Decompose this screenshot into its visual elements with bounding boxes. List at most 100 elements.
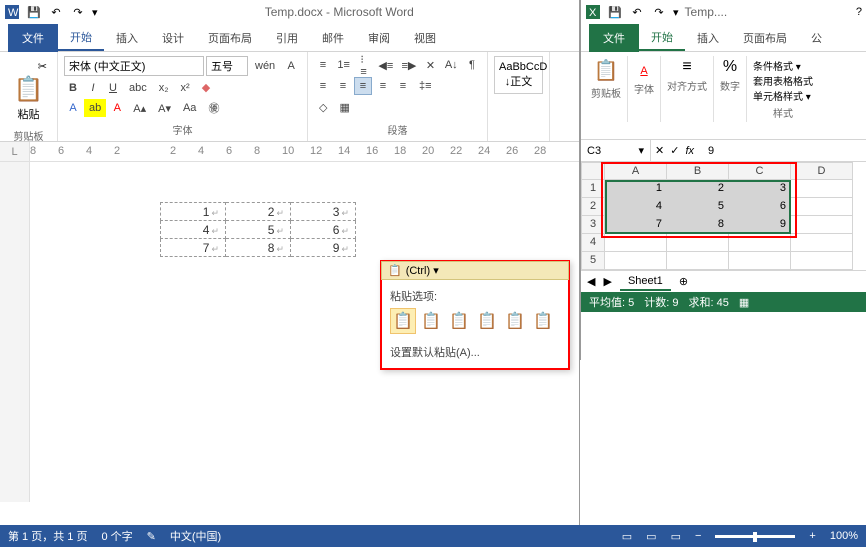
table-cell[interactable]: 4 bbox=[161, 221, 226, 239]
view-normal-icon[interactable]: ▦ bbox=[739, 296, 749, 309]
align-left-button[interactable]: ≡ bbox=[314, 77, 332, 95]
tab-references[interactable]: 引用 bbox=[264, 26, 310, 50]
paste-keep-source-icon[interactable]: 📋 bbox=[390, 308, 416, 334]
italic-button[interactable]: I bbox=[84, 79, 102, 97]
enter-icon[interactable]: ✓ bbox=[670, 144, 679, 157]
col-header[interactable]: D bbox=[791, 162, 853, 180]
tab-mailings[interactable]: 邮件 bbox=[310, 26, 356, 50]
borders-button[interactable]: ▦ bbox=[334, 99, 354, 117]
font-color-button[interactable]: A bbox=[108, 99, 126, 117]
new-sheet-icon[interactable]: ⊕ bbox=[679, 275, 688, 288]
undo-icon[interactable]: ↶ bbox=[48, 4, 64, 20]
cell[interactable]: 4 bbox=[605, 198, 667, 216]
change-case-button[interactable]: Aa bbox=[178, 99, 201, 117]
excel-grid[interactable]: A B C D 1123 2456 3789 4 5 bbox=[581, 162, 866, 270]
font-name-select[interactable]: 宋体 (中文正文) bbox=[64, 56, 204, 76]
table-cell[interactable]: 5 bbox=[226, 221, 291, 239]
table-cell[interactable]: 1 bbox=[161, 203, 226, 221]
char-border-icon[interactable]: A bbox=[282, 57, 300, 75]
sheet-tab[interactable]: Sheet1 bbox=[620, 273, 671, 291]
paste-text-only-icon[interactable]: 📋 bbox=[530, 308, 556, 334]
table-cell[interactable]: 2 bbox=[226, 203, 291, 221]
col-header[interactable]: A bbox=[605, 162, 667, 180]
cell[interactable] bbox=[729, 252, 791, 270]
cell[interactable]: 1 bbox=[605, 180, 667, 198]
cell[interactable]: 2 bbox=[667, 180, 729, 198]
tab-layout[interactable]: 页面布局 bbox=[196, 26, 264, 50]
table-cell[interactable]: 9 bbox=[291, 239, 356, 257]
cancel-icon[interactable]: ✕ bbox=[655, 144, 664, 157]
cell[interactable] bbox=[605, 252, 667, 270]
conditional-format-button[interactable]: 条件格式 ▾ bbox=[753, 58, 801, 73]
help-icon[interactable]: ? bbox=[856, 6, 862, 18]
numbering-button[interactable]: 1≡ bbox=[334, 56, 353, 74]
align-right-button[interactable]: ≡ bbox=[354, 77, 372, 95]
redo-icon[interactable]: ↷ bbox=[651, 4, 667, 20]
paste-use-dest-icon[interactable]: 📋 bbox=[418, 308, 444, 334]
cell[interactable]: 6 bbox=[729, 198, 791, 216]
highlight-button[interactable]: ab bbox=[84, 99, 106, 117]
zoom-slider[interactable] bbox=[715, 535, 795, 538]
tab-home[interactable]: 开始 bbox=[58, 25, 104, 51]
paste-link-source-icon[interactable]: 📋 bbox=[446, 308, 472, 334]
sort-button[interactable]: A↓ bbox=[441, 56, 461, 74]
fx-icon[interactable]: fx bbox=[685, 145, 694, 157]
cell[interactable] bbox=[791, 180, 853, 198]
cell[interactable]: 3 bbox=[729, 180, 791, 198]
align-icon[interactable]: ≡ bbox=[682, 58, 691, 76]
strike-button[interactable]: abc bbox=[124, 79, 152, 97]
table-cell[interactable]: 3 bbox=[291, 203, 356, 221]
paste-link-dest-icon[interactable]: 📋 bbox=[474, 308, 500, 334]
tab-insert[interactable]: 插入 bbox=[104, 26, 150, 50]
font-size-select[interactable]: 五号 bbox=[206, 56, 248, 76]
cell[interactable]: 9 bbox=[729, 216, 791, 234]
paste-button[interactable]: ✂ 📋 粘贴 bbox=[6, 56, 51, 126]
subscript-button[interactable]: x₂ bbox=[154, 79, 174, 97]
view-read-icon[interactable]: ▭ bbox=[622, 530, 632, 543]
status-word-count[interactable]: 0 个字 bbox=[101, 528, 132, 544]
cell[interactable] bbox=[667, 234, 729, 252]
cell[interactable] bbox=[791, 252, 853, 270]
format-as-table-button[interactable]: 套用表格格式 bbox=[753, 73, 813, 88]
percent-icon[interactable]: % bbox=[723, 58, 737, 76]
status-language[interactable]: 中文(中国) bbox=[170, 528, 221, 544]
qat-customize-icon[interactable]: ▾ bbox=[92, 6, 98, 19]
cell[interactable] bbox=[791, 234, 853, 252]
row-header[interactable]: 4 bbox=[581, 234, 605, 252]
sheet-nav-prev-icon[interactable]: ◀ bbox=[587, 275, 595, 288]
undo-icon[interactable]: ↶ bbox=[629, 4, 645, 20]
shading-button[interactable]: ◇ bbox=[314, 99, 332, 117]
tab-formulas[interactable]: 公 bbox=[799, 26, 834, 50]
save-icon[interactable]: 💾 bbox=[607, 4, 623, 20]
tab-home[interactable]: 开始 bbox=[639, 25, 685, 51]
cell-styles-button[interactable]: 单元格样式 ▾ bbox=[753, 88, 811, 103]
grow-font-button[interactable]: A▴ bbox=[128, 99, 151, 117]
tab-review[interactable]: 审阅 bbox=[356, 26, 402, 50]
row-header[interactable]: 2 bbox=[581, 198, 605, 216]
formula-value[interactable]: 9 bbox=[708, 145, 714, 157]
status-zoom[interactable]: 100% bbox=[830, 530, 858, 542]
view-print-icon[interactable]: ▭ bbox=[646, 530, 656, 543]
shrink-font-button[interactable]: A▾ bbox=[153, 99, 176, 117]
cell[interactable] bbox=[791, 198, 853, 216]
paste-picture-icon[interactable]: 📋 bbox=[502, 308, 528, 334]
superscript-button[interactable]: x² bbox=[176, 79, 195, 97]
clipboard-icon[interactable]: 📋 bbox=[594, 58, 619, 83]
bold-button[interactable]: B bbox=[64, 79, 82, 97]
tab-file[interactable]: 文件 bbox=[8, 24, 58, 52]
font-icon[interactable]: A bbox=[640, 58, 647, 79]
cell[interactable] bbox=[605, 234, 667, 252]
proofing-icon[interactable]: ✎ bbox=[147, 530, 156, 543]
table-cell[interactable]: 6 bbox=[291, 221, 356, 239]
cell[interactable] bbox=[729, 234, 791, 252]
tab-view[interactable]: 视图 bbox=[402, 26, 448, 50]
increase-indent-button[interactable]: ≡▶ bbox=[398, 56, 419, 74]
cell[interactable]: 7 bbox=[605, 216, 667, 234]
redo-icon[interactable]: ↷ bbox=[70, 4, 86, 20]
line-spacing-button[interactable]: ‡≡ bbox=[414, 77, 437, 95]
qat-customize-icon[interactable]: ▾ bbox=[673, 6, 679, 19]
style-preview[interactable]: AaBbCcD ↓正文 bbox=[494, 56, 543, 94]
justify-button[interactable]: ≡ bbox=[374, 77, 392, 95]
table-cell[interactable]: 8 bbox=[226, 239, 291, 257]
cell[interactable] bbox=[791, 216, 853, 234]
